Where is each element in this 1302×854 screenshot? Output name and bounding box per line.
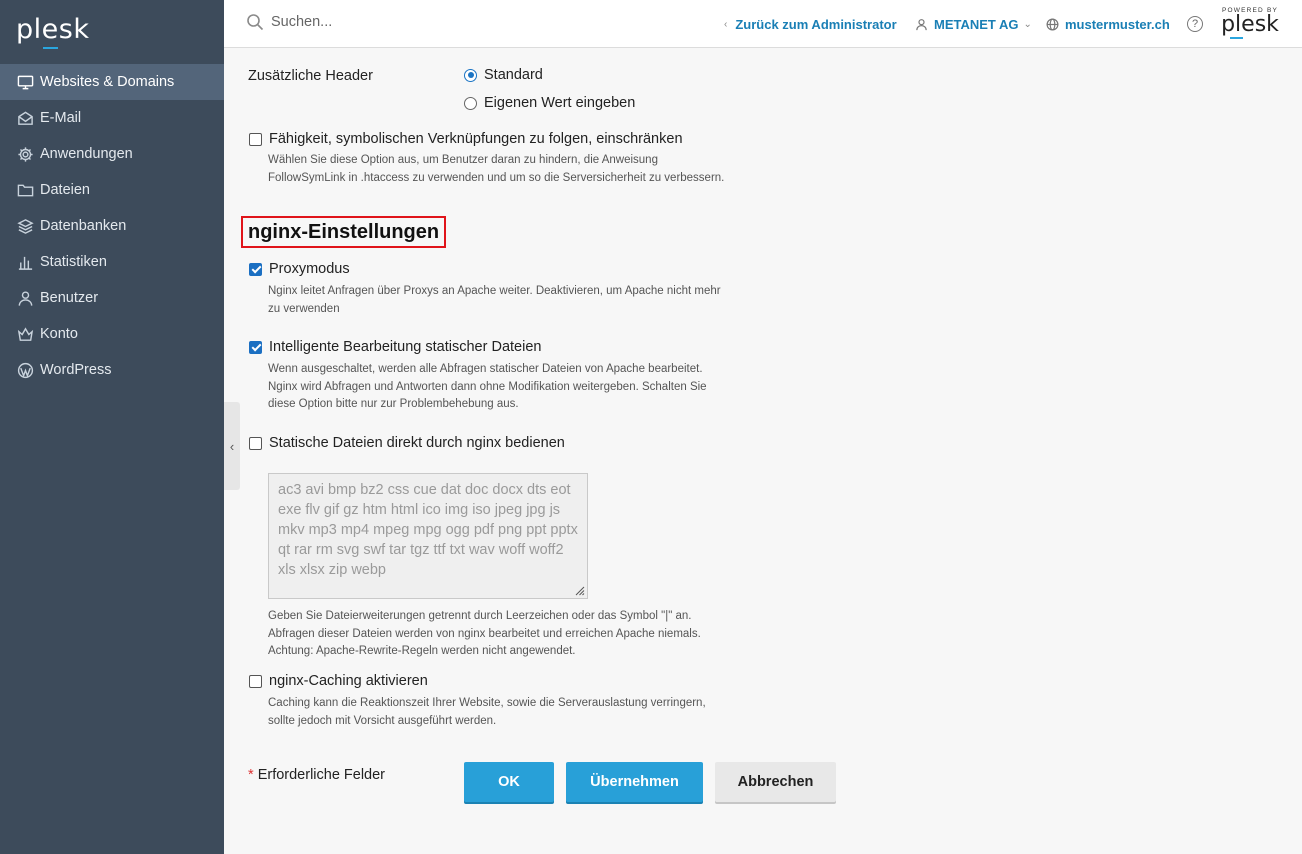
plesk-logo[interactable]: plesk <box>16 14 89 49</box>
top-header: ‹ Zurück zum Administrator METANET AG ⌄ … <box>224 0 1302 48</box>
sidebar-collapse-button[interactable]: ‹ <box>224 402 240 490</box>
sidebar-item-label: E-Mail <box>40 110 82 126</box>
required-fields-note: * Erforderliche Felder <box>248 767 385 783</box>
nginx-section-title: nginx-Einstellungen <box>241 216 447 248</box>
sidebar-item-anwendungen[interactable]: Anwendungen <box>0 136 224 172</box>
proxy-mode-label: Proxymodus <box>269 261 350 277</box>
sidebar-item-benutzer[interactable]: Benutzer <box>0 280 224 316</box>
extensions-textarea-wrap: ac3 avi bmp bz2 css cue dat doc docx dts… <box>268 473 588 604</box>
back-to-admin-label: Zurück zum Administrator <box>735 17 897 32</box>
smart-static-option[interactable]: Intelligente Bearbeitung statischer Date… <box>249 339 541 355</box>
resize-grip-icon[interactable] <box>573 584 585 596</box>
smart-static-label: Intelligente Bearbeitung statischer Date… <box>269 339 542 355</box>
caching-checkbox[interactable] <box>249 674 262 688</box>
sidebar-item-statistiken[interactable]: Statistiken <box>0 244 224 280</box>
sidebar-item-konto[interactable]: Konto <box>0 316 224 352</box>
symlinks-checkbox[interactable] <box>249 132 262 146</box>
symlinks-label: Fähigkeit, symbolischen Verknüpfungen zu… <box>269 131 683 147</box>
caching-hint: Caching kann die Reaktionszeit Ihrer Web… <box>268 697 706 727</box>
symlinks-hint: Wählen Sie diese Option aus, um Benutzer… <box>268 154 725 184</box>
header-option-custom[interactable]: Eigenen Wert eingeben <box>464 95 635 111</box>
layers-icon <box>16 217 34 235</box>
chevron-left-icon: ‹ <box>724 19 728 30</box>
chevron-left-icon: ‹ <box>229 438 235 454</box>
radio-custom[interactable] <box>464 96 477 110</box>
apply-button[interactable]: Übernehmen <box>566 762 703 802</box>
domain-name: mustermuster.ch <box>1065 17 1170 32</box>
required-star: * <box>248 767 254 783</box>
radio-custom-label: Eigenen Wert eingeben <box>484 95 636 111</box>
ok-button[interactable]: OK <box>464 762 554 802</box>
serve-static-hint: Geben Sie Dateierweiterungen getrennt du… <box>268 610 701 657</box>
powered-by-logo-text: plesk <box>1221 12 1279 39</box>
cancel-button[interactable]: Abbrechen <box>715 762 836 802</box>
caching-option[interactable]: nginx-Caching aktivieren <box>249 673 428 689</box>
chevron-down-icon: ⌄ <box>1023 19 1032 30</box>
folder-icon <box>16 181 34 199</box>
header-option-standard[interactable]: Standard <box>464 67 543 83</box>
crown-icon <box>16 325 34 343</box>
serve-static-checkbox[interactable] <box>249 436 262 450</box>
symlinks-option[interactable]: Fähigkeit, symbolischen Verknüpfungen zu… <box>249 131 683 147</box>
sidebar-item-label: Dateien <box>40 182 90 198</box>
proxy-mode-checkbox[interactable] <box>249 262 262 276</box>
sidebar-item-dateien[interactable]: Dateien <box>0 172 224 208</box>
sidebar-item-wordpress[interactable]: WordPress <box>0 352 224 388</box>
globe-icon <box>1046 18 1059 31</box>
wordpress-icon <box>16 361 34 379</box>
additional-headers-label: Zusätzliche Header <box>248 68 373 84</box>
account-menu[interactable]: METANET AG ⌄ <box>915 17 1032 32</box>
radio-standard-label: Standard <box>484 67 543 83</box>
caching-label: nginx-Caching aktivieren <box>269 673 428 689</box>
help-icon[interactable]: ? <box>1187 16 1203 32</box>
smart-static-hint: Wenn ausgeschaltet, werden alle Abfragen… <box>268 363 707 410</box>
gear-icon <box>16 145 34 163</box>
bar-chart-icon <box>16 253 34 271</box>
search-icon <box>247 14 264 31</box>
user-icon <box>916 19 927 31</box>
smart-static-checkbox[interactable] <box>249 340 262 354</box>
sidebar-item-label: Benutzer <box>40 290 99 306</box>
proxy-mode-hint: Nginx leitet Anfragen über Proxys an Apa… <box>268 285 721 315</box>
sidebar-item-label: Websites & Domains <box>40 74 175 90</box>
sidebar-item-label: Anwendungen <box>40 146 133 162</box>
sidebar-item-label: Datenbanken <box>40 218 127 234</box>
radio-standard[interactable] <box>464 68 477 82</box>
settings-form: Zusätzliche Header Standard Eigenen Wert… <box>241 48 1288 854</box>
search-input[interactable] <box>271 14 571 30</box>
monitor-icon <box>16 73 34 91</box>
sidebar-item-label: Konto <box>40 326 78 342</box>
sidebar-item-email[interactable]: E-Mail <box>0 100 224 136</box>
extensions-textarea[interactable]: ac3 avi bmp bz2 css cue dat doc docx dts… <box>268 473 588 599</box>
user-icon <box>16 289 34 307</box>
serve-static-label: Statische Dateien direkt durch nginx bed… <box>269 435 565 451</box>
sidebar-item-label: Statistiken <box>40 254 107 270</box>
powered-by-plesk-logo: POWERED BY plesk <box>1220 7 1280 39</box>
sidebar-item-datenbanken[interactable]: Datenbanken <box>0 208 224 244</box>
sidebar-item-label: WordPress <box>40 362 112 378</box>
search-box <box>246 13 571 31</box>
sidebar-item-websites-domains[interactable]: Websites & Domains <box>0 64 224 100</box>
account-name: METANET AG <box>934 17 1019 32</box>
sidebar: plesk Websites & Domains E-Mail Anwendun… <box>0 0 224 854</box>
sidebar-nav: Websites & Domains E-Mail Anwendungen Da… <box>0 64 224 388</box>
domain-link[interactable]: mustermuster.ch <box>1046 17 1170 32</box>
serve-static-option[interactable]: Statische Dateien direkt durch nginx bed… <box>249 435 565 451</box>
back-to-admin-link[interactable]: ‹ Zurück zum Administrator <box>724 17 897 32</box>
proxy-mode-option[interactable]: Proxymodus <box>249 261 350 277</box>
required-fields-label: Erforderliche Felder <box>257 767 386 783</box>
envelope-icon <box>16 109 34 127</box>
